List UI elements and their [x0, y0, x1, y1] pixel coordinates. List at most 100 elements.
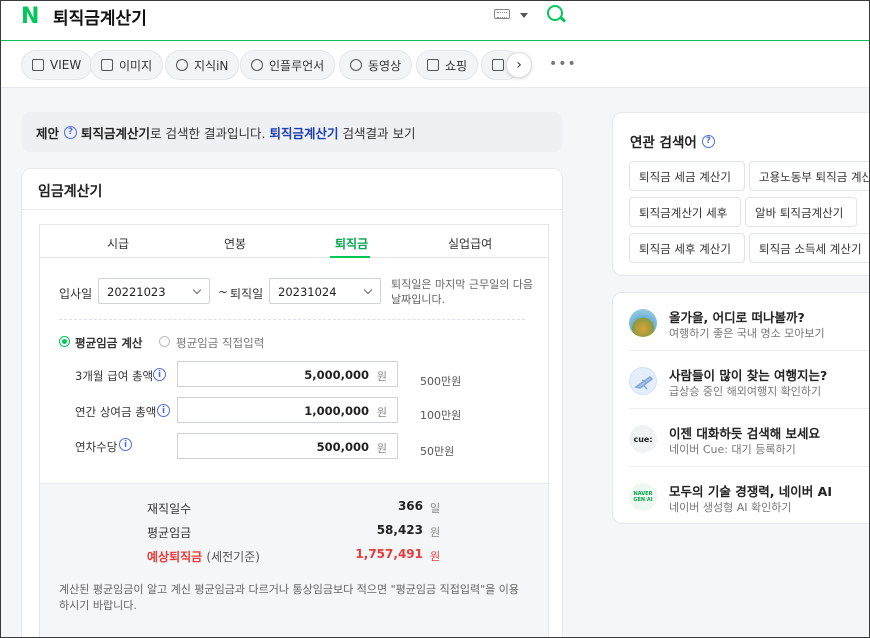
tab-image[interactable]: 이미지: [90, 50, 164, 80]
result-value-days: 366: [397, 499, 423, 513]
start-date-value: 20221023: [107, 285, 166, 299]
browser-frame: N 퇴직금계산기 VIEW 이미지 지식iN 인플루언서 동영상 쇼핑 › ••…: [0, 0, 870, 638]
play-icon: [350, 59, 362, 71]
search-icon[interactable]: [547, 5, 563, 21]
tab-annual[interactable]: 연봉: [224, 235, 246, 252]
field-unit: 원: [376, 406, 387, 419]
related-chip[interactable]: 퇴직금 소득세 계산기: [749, 233, 869, 263]
bag-icon: [427, 59, 439, 71]
field-label-annual-leave: 연차수당: [75, 440, 118, 454]
tab-label: 인플루언서: [269, 58, 325, 73]
field-label-bonus: 연간 상여금 총액: [75, 405, 157, 419]
info-icon[interactable]: i: [157, 404, 170, 417]
tabs-next-button[interactable]: ›: [506, 52, 532, 78]
info-icon[interactable]: i: [153, 368, 166, 381]
suggestion-box: 제안 ? 퇴직금계산기 로 검색한 결과입니다. 퇴직금계산기 검색결과 보기: [21, 112, 563, 152]
suggestion-suffix: 검색결과 보기: [342, 125, 416, 141]
more-icon[interactable]: •••: [549, 56, 577, 72]
tab-label: 이미지: [119, 58, 153, 73]
news-icon: [492, 59, 504, 71]
result-unit: 일: [430, 502, 441, 515]
question-icon: [176, 59, 188, 71]
suggestion-query: 퇴직금계산기: [81, 125, 151, 141]
start-date-label: 입사일: [59, 287, 93, 301]
caret-down-icon[interactable]: [520, 13, 528, 18]
end-date-note: 퇴직일은 마지막 근무일의 다음 날짜입니다.: [391, 278, 534, 306]
promo-item[interactable]: 올가을, 어디로 떠나볼까? 여행하기 좋은 국내 명소 모아보기: [613, 293, 869, 350]
input-annual-leave-pay[interactable]: 500,000 원: [177, 433, 398, 459]
related-chip[interactable]: 퇴직금계산기 세후: [629, 197, 741, 227]
wage-calculator-card: 임금계산기 시급 연봉 퇴직금 실업급여 입사일 20221023 ~ 퇴직일 …: [21, 168, 563, 637]
help-icon[interactable]: ?: [701, 134, 715, 148]
result-unit: 원: [430, 526, 441, 539]
tab-label: 동영상: [368, 58, 402, 73]
promo-subtitle: 여행하기 좋은 국내 명소 모아보기: [669, 327, 825, 340]
field-value: 5,000,000: [304, 368, 369, 382]
result-label-severance: 예상퇴직금 (세전기준): [147, 548, 260, 565]
calculator-panel: 시급 연봉 퇴직금 실업급여 입사일 20221023 ~ 퇴직일 202310…: [39, 224, 549, 637]
autumn-travel-icon: [629, 309, 657, 337]
promo-list: 올가을, 어디로 떠나볼까? 여행하기 좋은 국내 명소 모아보기 사람들이 많…: [612, 292, 869, 524]
field-hint: 50만원: [420, 445, 455, 458]
tab-video[interactable]: 동영상: [339, 50, 413, 80]
tab-hourly[interactable]: 시급: [107, 235, 129, 252]
promo-subtitle: 급상승 중인 해외여행지 확인하기: [669, 385, 822, 398]
promo-subtitle: 네이버 Cue: 대기 등록하기: [669, 443, 796, 456]
search-query[interactable]: 퇴직금계산기: [53, 4, 147, 29]
suggestion-text: 로 검색한 결과입니다.: [150, 125, 266, 141]
radio-average-calc[interactable]: [59, 336, 70, 347]
tab-label: 지식iN: [194, 58, 229, 73]
info-icon[interactable]: i: [119, 438, 132, 451]
related-title: 연관 검색어 ?: [630, 131, 719, 151]
active-tab-indicator: [330, 256, 370, 258]
related-chip[interactable]: 고용노동부 퇴직금 계산기: [749, 161, 869, 191]
field-value: 500,000: [316, 440, 369, 454]
field-value: 1,000,000: [304, 404, 369, 418]
field-hint: 100만원: [420, 409, 462, 422]
input-3month-salary[interactable]: 5,000,000 원: [177, 361, 398, 387]
promo-item[interactable]: 사람들이 많이 찾는 여행지는? 급상승 중인 해외여행지 확인하기: [613, 351, 869, 408]
tilde: ~: [218, 285, 229, 299]
related-chip[interactable]: 알바 퇴직금계산기: [745, 197, 857, 227]
related-searches: 연관 검색어 ? 퇴직금 세금 계산기 고용노동부 퇴직금 계산기 퇴직금계산기…: [612, 112, 869, 276]
divider: [22, 209, 562, 210]
related-chip[interactable]: 퇴직금 세후 계산기: [629, 233, 745, 263]
end-date-value: 20231024: [278, 285, 337, 299]
tab-kin[interactable]: 지식iN: [165, 50, 240, 80]
end-date-select[interactable]: 20231024: [269, 278, 381, 304]
chevron-down-icon: [192, 285, 202, 295]
suggestion-prefix: 제안: [36, 125, 60, 141]
search-tab-bar: VIEW 이미지 지식iN 인플루언서 동영상 쇼핑: [1, 42, 869, 88]
input-annual-bonus[interactable]: 1,000,000 원: [177, 397, 398, 423]
promo-subtitle: 네이버 생성형 AI 확인하기: [669, 501, 792, 514]
related-title-text: 연관 검색어: [630, 135, 697, 151]
keyboard-icon[interactable]: [494, 9, 510, 19]
start-date-select[interactable]: 20221023: [98, 278, 210, 304]
result-note: 계산된 평균임금이 알고 계신 평균임금과 다르거나 통상임금보다 적으면 "평…: [59, 583, 520, 612]
field-label-3month: 3개월 급여 총액: [75, 369, 154, 383]
result-unit: 원: [430, 550, 441, 563]
radio-direct-input[interactable]: [159, 336, 170, 347]
help-icon[interactable]: ?: [64, 125, 78, 139]
result-value-avg-wage: 58,423: [376, 523, 423, 537]
suggestion-link[interactable]: 퇴직금계산기: [269, 123, 338, 142]
tab-label: VIEW: [50, 58, 82, 72]
severance-label-sub: (세전기준): [206, 550, 260, 564]
naver-logo[interactable]: N: [21, 4, 39, 29]
tab-unemployment[interactable]: 실업급여: [448, 235, 492, 252]
tab-influencer[interactable]: 인플루언서: [240, 50, 336, 80]
airplane-icon: [629, 367, 657, 395]
cue-logo-icon: cue:: [629, 425, 657, 453]
related-chip[interactable]: 퇴직금 세금 계산기: [629, 161, 745, 191]
chevron-down-icon: [363, 285, 373, 295]
tab-shopping[interactable]: 쇼핑: [416, 50, 479, 80]
tab-view[interactable]: VIEW: [21, 50, 93, 80]
radio-direct-label[interactable]: 평균임금 직접입력: [176, 335, 264, 351]
end-date-label: 퇴직일: [230, 287, 264, 301]
document-icon: [32, 59, 44, 71]
radio-average-label[interactable]: 평균임금 계산: [75, 335, 142, 351]
field-unit: 원: [376, 442, 387, 455]
promo-item[interactable]: NAVER GEN AI 모두의 기술 경쟁력, 네이버 AI 네이버 생성형 …: [613, 467, 869, 524]
tab-severance[interactable]: 퇴직금: [335, 235, 368, 252]
promo-item[interactable]: cue: 이젠 대화하듯 검색해 보세요 네이버 Cue: 대기 등록하기: [613, 409, 869, 466]
